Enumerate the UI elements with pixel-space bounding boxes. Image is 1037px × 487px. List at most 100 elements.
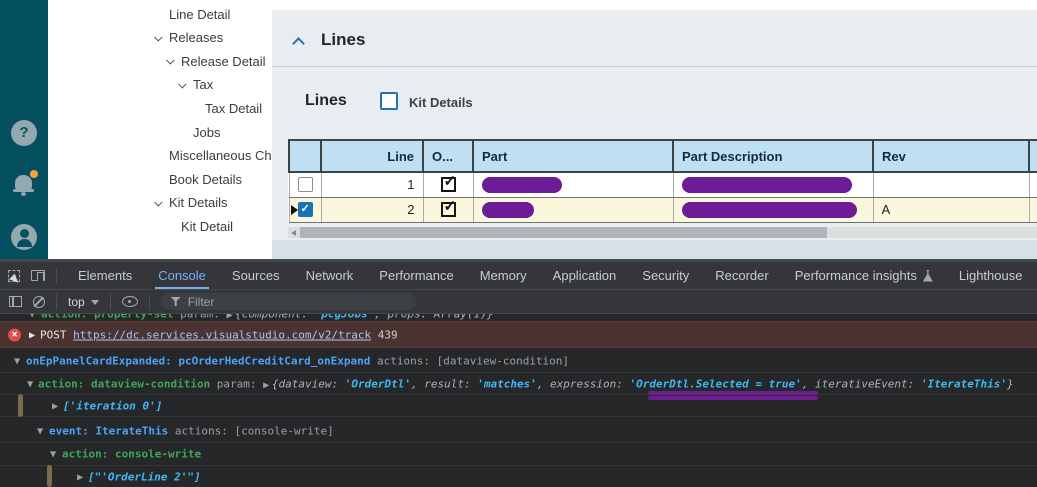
scrollbar-thumb[interactable] (300, 227, 827, 238)
console-segment: ["'OrderLine 2'"] (88, 470, 201, 483)
bell-shape (15, 175, 32, 189)
column-header[interactable]: Part Description (672, 139, 874, 173)
expand-caret-icon[interactable]: ▶ (52, 401, 58, 410)
tab-application[interactable]: Application (540, 262, 630, 289)
tab-security[interactable]: Security (629, 262, 702, 289)
console-segment: ['iteration 0'] (63, 399, 163, 412)
active-row-marker-icon (290, 204, 298, 215)
tab-label: Application (552, 268, 617, 283)
tab-label: Lighthouse (958, 268, 1023, 283)
toolbar-divider (56, 293, 57, 310)
o-flag-cell (422, 196, 474, 223)
sidebar-tree-item[interactable]: Kit Detail (168, 217, 233, 235)
console-segment: ▶ (226, 314, 236, 319)
tab-performance-insights[interactable]: Performance insights (782, 262, 946, 289)
tab-label: Console (158, 268, 206, 283)
main-panel: Lines Lines Kit Details Line O... Part Part… (272, 0, 1037, 262)
gutter-marker (47, 465, 52, 487)
expand-caret-icon[interactable]: ▼ (37, 427, 43, 436)
filter-input[interactable]: Filter (160, 293, 416, 310)
kit-details-checkbox[interactable] (380, 92, 398, 110)
console-text: ["'OrderLine 2'"] (88, 470, 201, 483)
column-header[interactable]: O... (422, 139, 474, 173)
sidebar-tree-item[interactable]: Kit Details (154, 194, 228, 212)
expand-caret-icon[interactable]: ▼ (50, 450, 56, 459)
toolbar-divider (109, 293, 111, 310)
tree-item-label: Kit Detail (181, 218, 234, 234)
help-icon[interactable]: ? (11, 120, 37, 146)
clear-console-icon[interactable] (33, 295, 45, 308)
line-number-cell: 1 (320, 171, 424, 198)
horizontal-scrollbar[interactable] (288, 227, 1037, 238)
table-row[interactable]: 2A (288, 196, 1037, 223)
redaction-bar (648, 391, 818, 395)
sidebar-tree-item[interactable]: Book Details (156, 170, 242, 188)
live-expression-eye-icon[interactable] (121, 296, 138, 307)
column-header[interactable]: Part (472, 139, 674, 173)
context-selector[interactable]: top (68, 295, 99, 309)
sidebar-tree-item[interactable]: Release Detail (166, 52, 266, 70)
redaction-blob (481, 201, 534, 218)
expand-caret-icon[interactable]: ▼ (27, 379, 33, 388)
tab-label: Network (305, 268, 354, 283)
devtools-tool-icons (0, 262, 65, 289)
profile-icon[interactable] (11, 224, 37, 250)
expand-caret-icon[interactable]: ▶ (29, 330, 35, 339)
console-segment: , props: (374, 314, 434, 320)
nav-tree: Line Detail Releases Release Detail Tax Tax … (48, 0, 304, 262)
sidebar-tree-item[interactable]: Tax Detail (192, 99, 262, 117)
row-select-cell[interactable] (288, 196, 322, 223)
redaction-blob (481, 176, 562, 193)
sidebar-tree-item[interactable]: Line Detail (156, 5, 230, 23)
tab-memory[interactable]: Memory (467, 262, 540, 289)
device-toolbar-icon[interactable] (31, 270, 45, 281)
console-segment: , result: (410, 377, 478, 390)
column-header[interactable] (288, 139, 322, 173)
tab-elements[interactable]: Elements (65, 262, 145, 289)
expand-caret-icon[interactable]: ▼ (14, 357, 20, 366)
checked-box-icon (440, 198, 456, 217)
tab-console[interactable]: Console (145, 262, 219, 289)
tree-item-label: Release Detail (181, 53, 266, 69)
person-body (17, 239, 32, 247)
rev-cell: A (872, 196, 1030, 223)
console-sidebar-icon[interactable] (9, 296, 22, 307)
row-checkbox[interactable] (297, 202, 313, 217)
console-text: action: console-write (62, 448, 201, 461)
console-segment: Array(1)} (434, 314, 494, 320)
sidebar-tree-item[interactable]: Tax (178, 76, 213, 94)
console-messages: ▼ action: property-set param: ▶ {componen… (0, 314, 1037, 487)
expand-caret-icon[interactable]: ▶ (77, 472, 83, 481)
sidebar-tree-item[interactable]: Releases (154, 29, 224, 47)
notifications-bell-icon[interactable] (11, 170, 38, 198)
row-checkbox[interactable] (297, 177, 313, 193)
scrollbar-left-arrow-icon[interactable] (291, 230, 296, 236)
lines-grid: LineO...PartPart DescriptionRevC 12A (288, 139, 1037, 224)
flask-icon (922, 269, 933, 282)
column-header[interactable]: C (1028, 139, 1037, 173)
tab-lighthouse[interactable]: Lighthouse (946, 262, 1036, 289)
row-select-cell[interactable] (288, 171, 322, 198)
tab-recorder[interactable]: Recorder (702, 262, 781, 289)
console-text: ['iteration 0'] (63, 399, 162, 412)
devtools-tabbar: Elements Console Sources Network Performance… (0, 262, 1037, 289)
column-header[interactable]: Line (320, 139, 424, 173)
console-log-row: ▼ action: console-write (0, 443, 1037, 466)
column-header[interactable]: Rev (872, 139, 1030, 173)
tab-sources[interactable]: Sources (219, 262, 293, 289)
tab-performance[interactable]: Performance (366, 262, 466, 289)
expand-caret-icon[interactable]: ▼ (29, 314, 35, 318)
inspect-element-icon[interactable] (8, 269, 20, 282)
tab-network[interactable]: Network (293, 262, 367, 289)
kit-details-label: Kit Details (409, 95, 473, 110)
console-segment: param: (210, 377, 264, 390)
card-title: Lines (321, 30, 366, 49)
person-head (20, 229, 29, 238)
sidebar-tree-item[interactable]: Jobs (180, 123, 220, 141)
tree-item-label: Releases (169, 30, 224, 46)
console-log-row: ▶ ["'OrderLine 2'"] (0, 466, 1037, 487)
console-segment: 'OrderDtl' (344, 377, 411, 390)
console-link[interactable]: https://dc.services.visualstudio.com/v2/… (73, 328, 371, 341)
tab-label: Security (642, 268, 690, 283)
table-row[interactable]: 1 (288, 171, 1037, 198)
